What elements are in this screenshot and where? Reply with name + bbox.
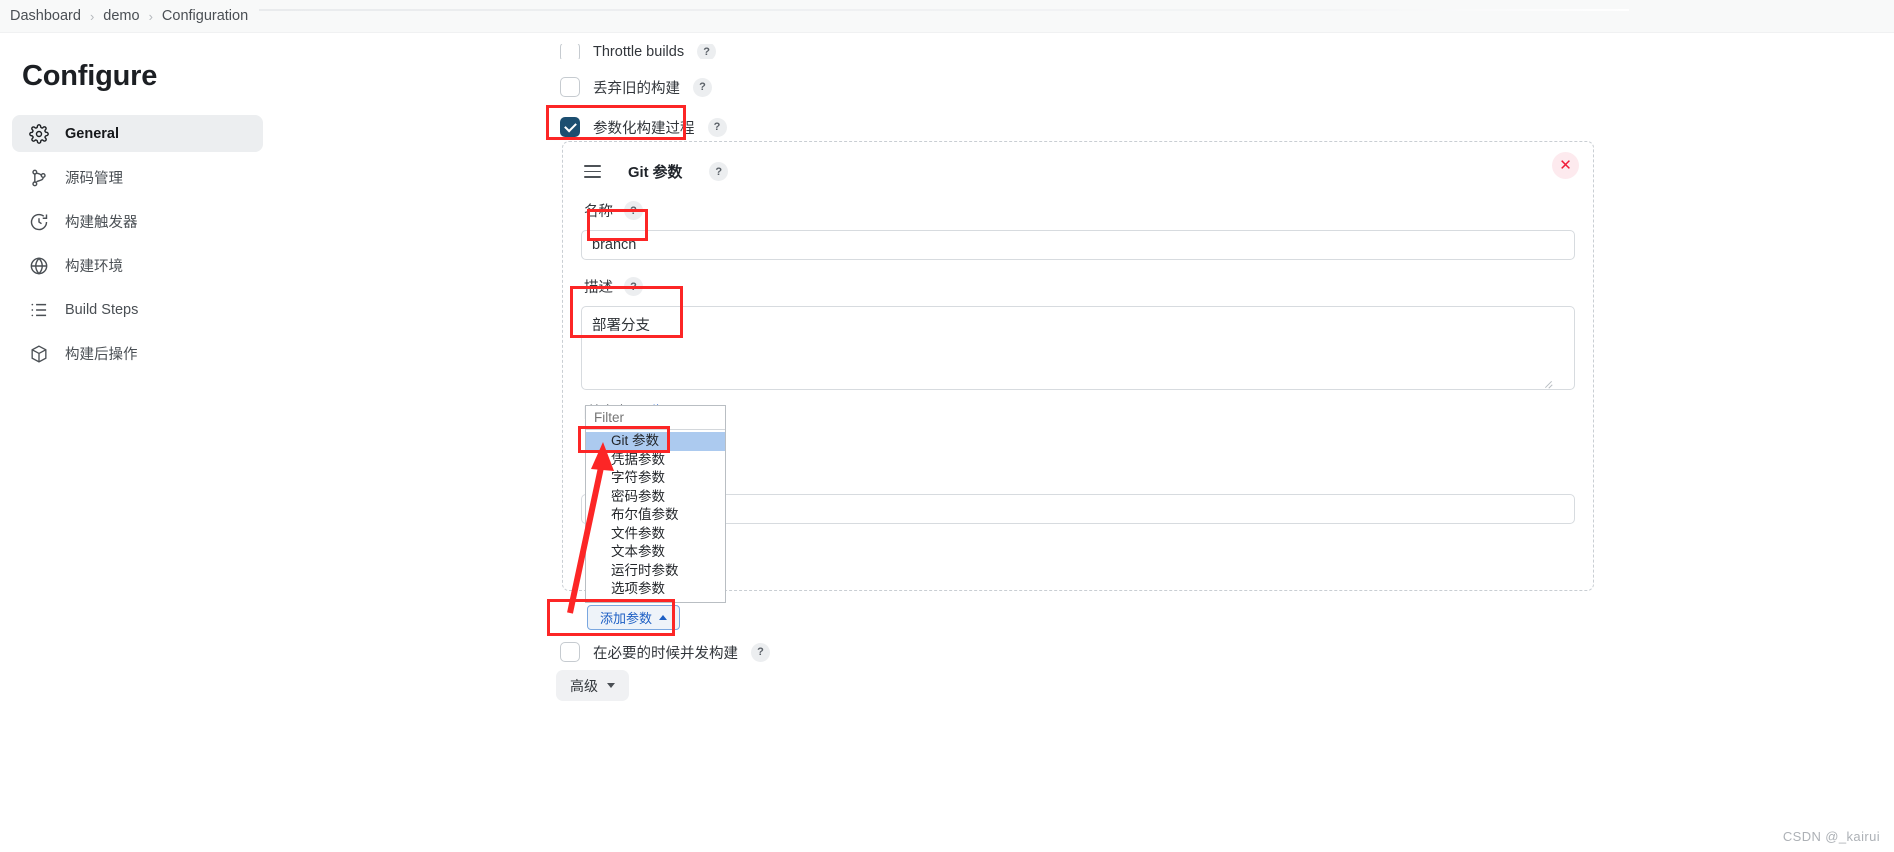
sidebar-item-build-environment[interactable]: 构建环境: [12, 247, 263, 284]
sidebar-item-source-control[interactable]: 源码管理: [12, 159, 263, 196]
description-field-label: 描述: [584, 280, 613, 296]
sidebar-item-label: General: [65, 125, 119, 142]
sidebar-item-build-steps[interactable]: Build Steps: [12, 291, 263, 328]
dropdown-list: Git 参数 凭据参数 字符参数 密码参数 布尔值参数 文件参数 文本参数 运行…: [586, 430, 725, 602]
dropdown-item-git-parameter[interactable]: Git 参数: [586, 432, 725, 451]
checkbox-label: 参数化构建过程: [593, 120, 695, 137]
footer-divider: [259, 9, 1629, 11]
help-icon[interactable]: ?: [709, 162, 729, 181]
dropdown-item-file-parameter[interactable]: 文件参数: [586, 525, 725, 544]
branch-default-input[interactable]: [581, 494, 1575, 524]
sidebar-item-label: 源码管理: [65, 171, 123, 187]
dropdown-item-string-parameter[interactable]: 字符参数: [586, 469, 725, 488]
page-title: Configure: [22, 60, 158, 92]
sidebar-item-general[interactable]: General: [12, 115, 263, 152]
dropdown-item-choice-parameter[interactable]: 选项参数: [586, 580, 725, 599]
add-parameter-button[interactable]: 添加参数: [587, 605, 681, 630]
dropdown-item-password-parameter[interactable]: 密码参数: [586, 488, 725, 507]
clock-icon: [29, 212, 49, 232]
dropdown-item-text-parameter[interactable]: 文本参数: [586, 543, 725, 562]
checkbox-group: Throttle builds ? 丢弃旧的构建 ? 参数化构建过程 ?: [560, 44, 727, 140]
checkbox-row-parameterized-build[interactable]: 参数化构建过程 ?: [560, 114, 727, 140]
close-icon[interactable]: ✕: [1552, 152, 1579, 179]
dropdown-item-credentials-parameter[interactable]: 凭据参数: [586, 451, 725, 470]
help-icon[interactable]: ?: [751, 642, 770, 662]
sidebar-item-post-build-actions[interactable]: 构建后操作: [12, 335, 263, 372]
name-field-label: 名称: [584, 204, 613, 220]
resize-grip-icon[interactable]: [1544, 377, 1553, 386]
sidebar-item-label: 构建环境: [65, 259, 123, 275]
checkbox-concurrent-builds[interactable]: [560, 642, 580, 662]
drag-handle-icon[interactable]: [584, 165, 601, 178]
sidebar: Configure General 源码管理 构建触发器 构建环境 Build …: [0, 33, 275, 379]
parameter-panel-header: Git 参数 ?: [584, 161, 1575, 182]
checkbox-label: 在必要的时候并发构建: [593, 645, 738, 662]
package-icon: [29, 344, 49, 364]
breadcrumb-item-dashboard[interactable]: Dashboard: [10, 8, 81, 24]
breadcrumb-item-demo[interactable]: demo: [103, 8, 139, 24]
advanced-button-label: 高级: [570, 677, 598, 694]
dropdown-filter-input[interactable]: [586, 406, 725, 430]
gear-icon: [29, 123, 49, 144]
description-field-label-row: 描述 ?: [584, 276, 1575, 297]
checkbox-row-concurrent-builds[interactable]: 在必要的时候并发构建 ?: [560, 639, 770, 665]
breadcrumb-separator-icon: ›: [89, 8, 95, 24]
checkbox-row-throttle-builds[interactable]: Throttle builds ?: [560, 44, 727, 59]
branch-icon: [29, 168, 49, 188]
name-input[interactable]: [581, 230, 1575, 260]
sidebar-item-label: 构建触发器: [65, 215, 138, 231]
breadcrumb-separator-icon: ›: [148, 8, 153, 24]
name-field-block: 名称 ?: [581, 200, 1575, 260]
plain-text-note-row: [纯文本] 预览: [584, 400, 1575, 420]
chevron-down-icon: [607, 683, 615, 688]
checkbox-label: 丢弃旧的构建: [593, 80, 680, 97]
breadcrumb: Dashboard › demo › Configuration: [0, 0, 1894, 33]
checkbox-row-discard-old-builds[interactable]: 丢弃旧的构建 ?: [560, 74, 727, 100]
checkbox-label: Throttle builds: [593, 44, 685, 59]
dropdown-item-run-parameter[interactable]: 运行时参数: [586, 562, 725, 581]
help-icon[interactable]: ?: [624, 201, 643, 220]
parameter-panel-title: Git 参数: [628, 165, 683, 181]
sidebar-item-label: 构建后操作: [65, 347, 138, 363]
help-icon[interactable]: ?: [707, 117, 727, 137]
breadcrumb-item-configuration[interactable]: Configuration: [162, 8, 248, 24]
checkbox-discard-old-builds[interactable]: [560, 77, 580, 97]
sidebar-item-label: Build Steps: [65, 301, 139, 318]
name-field-label-row: 名称 ?: [584, 200, 1575, 221]
help-icon[interactable]: ?: [693, 77, 712, 97]
list-icon: [29, 300, 49, 320]
description-field-block: 描述 ? [纯文本] 预览: [581, 276, 1575, 420]
chevron-up-icon: [659, 615, 668, 620]
description-textarea[interactable]: [581, 306, 1575, 390]
globe-icon: [29, 256, 49, 276]
sidebar-item-build-triggers[interactable]: 构建触发器: [12, 203, 263, 240]
dropdown-item-boolean-parameter[interactable]: 布尔值参数: [586, 506, 725, 525]
add-parameter-label: 添加参数: [600, 611, 653, 626]
help-icon[interactable]: ?: [697, 44, 717, 59]
watermark: CSDN @_kairui: [1782, 829, 1880, 844]
advanced-button[interactable]: 高级: [556, 670, 629, 701]
checkbox-throttle-builds[interactable]: [560, 44, 580, 59]
parameter-type-dropdown[interactable]: Git 参数 凭据参数 字符参数 密码参数 布尔值参数 文件参数 文本参数 运行…: [585, 405, 726, 603]
help-icon[interactable]: ?: [624, 277, 643, 296]
checkbox-parameterized-build[interactable]: [560, 117, 580, 137]
